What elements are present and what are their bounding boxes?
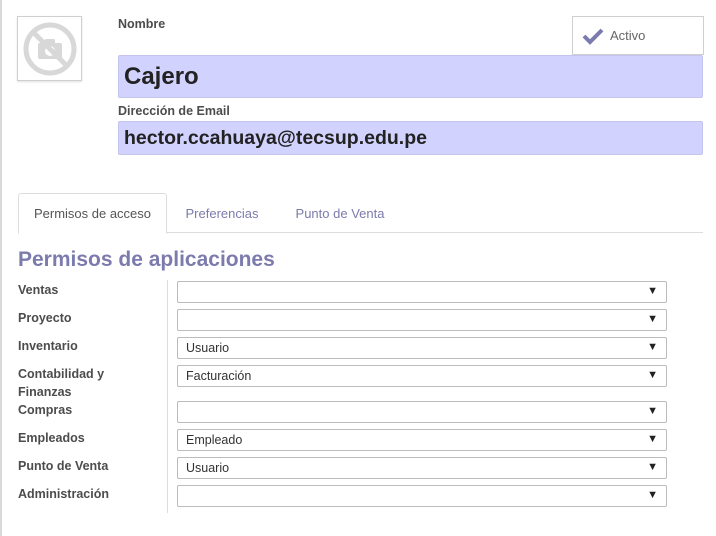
chevron-down-icon: ▼ xyxy=(647,285,658,297)
select-ventas[interactable]: ▼ xyxy=(177,281,667,303)
select-contabilidad-y-finanzas[interactable]: Facturación ▼ xyxy=(177,365,667,387)
tab-preferencias[interactable]: Preferencias xyxy=(168,193,276,233)
select-punto-de-venta-value: Usuario xyxy=(186,461,230,475)
select-punto-de-venta[interactable]: Usuario ▼ xyxy=(177,457,667,479)
active-label: Activo xyxy=(610,28,646,43)
select-administracion[interactable]: ▼ xyxy=(177,485,667,507)
tab-permisos-de-acceso[interactable]: Permisos de acceso xyxy=(18,193,167,234)
select-inventario[interactable]: Usuario ▼ xyxy=(177,337,667,359)
label-empleados: Empleados xyxy=(18,431,85,445)
email-input[interactable]: hector.ccahuaya@tecsup.edu.pe xyxy=(118,121,703,155)
select-contabilidad-value: Facturación xyxy=(186,369,252,383)
select-empleados[interactable]: Empleado ▼ xyxy=(177,429,667,451)
label-punto-de-venta: Punto de Venta xyxy=(18,459,109,473)
label-proyecto: Proyecto xyxy=(18,311,72,325)
label-contabilidad-y-finanzas: Contabilidad y Finanzas xyxy=(18,367,105,399)
chevron-down-icon: ▼ xyxy=(647,405,658,417)
chevron-down-icon: ▼ xyxy=(647,369,658,381)
select-proyecto[interactable]: ▼ xyxy=(177,309,667,331)
left-border xyxy=(0,0,2,536)
name-input[interactable]: Cajero xyxy=(118,55,703,98)
tab-punto-de-venta[interactable]: Punto de Venta xyxy=(278,193,402,233)
label-compras: Compras xyxy=(18,403,73,417)
chevron-down-icon: ▼ xyxy=(647,313,658,325)
active-toggle-button[interactable]: Activo xyxy=(572,16,704,55)
select-empleados-value: Empleado xyxy=(186,433,243,447)
label-administracion: Administración xyxy=(18,487,109,501)
user-photo[interactable] xyxy=(17,16,82,81)
email-label: Dirección de Email xyxy=(118,104,230,118)
no-camera-icon xyxy=(23,22,76,75)
select-inventario-value: Usuario xyxy=(186,341,230,355)
chevron-down-icon: ▼ xyxy=(647,489,658,501)
label-inventario: Inventario xyxy=(18,339,78,353)
chevron-down-icon: ▼ xyxy=(647,341,658,353)
check-icon xyxy=(582,28,604,45)
label-ventas: Ventas xyxy=(18,283,59,297)
form-tabs: Permisos de acceso Preferencias Punto de… xyxy=(18,193,703,234)
section-title: Permisos de aplicaciones xyxy=(18,248,275,271)
name-label: Nombre xyxy=(118,17,166,31)
chevron-down-icon: ▼ xyxy=(647,433,658,445)
chevron-down-icon: ▼ xyxy=(647,461,658,473)
select-compras[interactable]: ▼ xyxy=(177,401,667,423)
label-divider xyxy=(167,280,168,513)
